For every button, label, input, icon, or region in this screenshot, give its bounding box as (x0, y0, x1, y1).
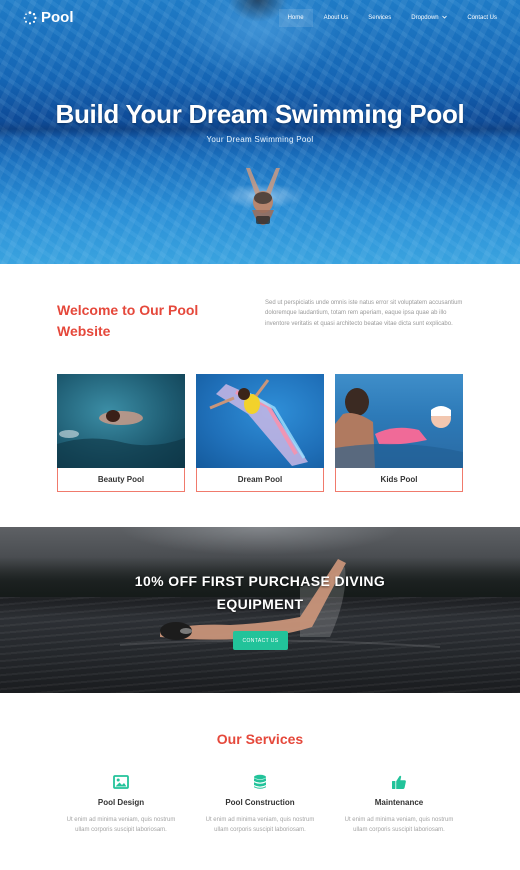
promo-title: 10% OFF FIRST PURCHASE DIVING EQUIPMENT (134, 573, 386, 612)
service-name: Pool Design (97, 798, 145, 807)
nav-item-dropdown-label: Dropdown (411, 15, 439, 21)
card-beauty-pool[interactable]: Beauty Pool (57, 374, 185, 492)
welcome-text: Sed ut perspiciatis unde omnis iste natu… (265, 300, 463, 327)
thumbs-up-icon (392, 775, 406, 789)
service-maintenance: Maintenance Ut enim ad minima veniam, qu… (329, 774, 469, 835)
logo-text: Pool (41, 9, 74, 26)
nav-menu: Home About Us Services Dropdown Contact … (278, 9, 506, 27)
nav-item-about-us[interactable]: About Us (315, 9, 358, 27)
chevron-down-icon (442, 16, 448, 19)
service-text: Ut enim ad minima veniam, quis nostrum u… (344, 817, 454, 833)
logo[interactable]: Pool (23, 9, 74, 26)
nav-item-dropdown[interactable]: Dropdown (402, 9, 456, 27)
nav-item-contact-us[interactable]: Contact Us (458, 9, 506, 27)
hero-title: Build Your Dream Swimming Pool (55, 99, 465, 129)
service-name: Maintenance (374, 798, 424, 807)
welcome-title: Welcome to Our Pool Website (57, 302, 199, 339)
contact-us-button[interactable]: CONTACT US (233, 631, 288, 650)
service-pool-construction: Pool Construction Ut enim ad minima veni… (190, 774, 330, 835)
beauty-pool-image (57, 374, 185, 468)
logo-dots-icon (23, 10, 37, 24)
service-text: Ut enim ad minima veniam, quis nostrum u… (66, 817, 176, 833)
card-kids-pool[interactable]: Kids Pool (335, 374, 463, 492)
nav-item-services[interactable]: Services (359, 9, 400, 27)
card-caption: Dream Pool (196, 468, 324, 492)
hero-section (0, 0, 520, 264)
service-name: Pool Construction (225, 798, 295, 807)
dream-pool-image (196, 374, 324, 468)
top-navigation: Pool Home About Us Services Dropdown Con… (0, 0, 520, 38)
database-icon (254, 774, 266, 789)
service-text: Ut enim ad minima veniam, quis nostrum u… (205, 817, 315, 833)
hero-subtitle: Your Dream Swimming Pool (206, 135, 314, 144)
kids-pool-image (335, 374, 463, 468)
card-caption: Beauty Pool (57, 468, 185, 492)
card-caption: Kids Pool (335, 468, 463, 492)
card-dream-pool[interactable]: Dream Pool (196, 374, 324, 492)
swimmer-image (246, 168, 280, 225)
nav-item-home[interactable]: Home (278, 9, 313, 27)
service-pool-design: Pool Design Ut enim ad minima veniam, qu… (51, 774, 191, 835)
image-icon (113, 775, 129, 789)
services-title: Our Services (216, 731, 304, 747)
